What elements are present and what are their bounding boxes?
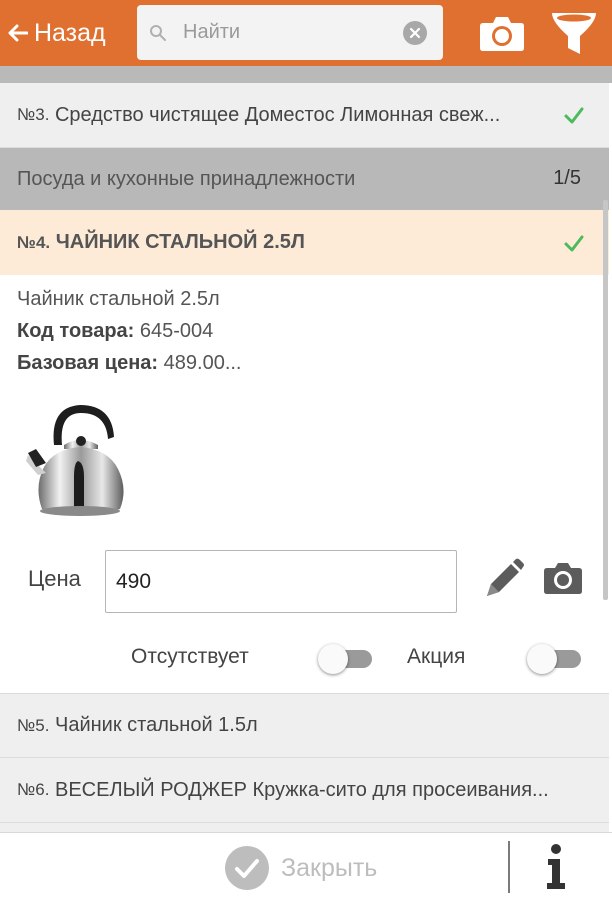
back-label: Назад [34,18,106,47]
price-label: Цена [28,566,81,591]
close-icon [409,27,421,39]
bottom-bar: Закрыть [0,832,612,900]
filter-button[interactable] [550,10,598,58]
list-item[interactable]: №6. ВЕСЕЛЫЙ РОДЖЕР Кружка-сито для просе… [0,758,609,823]
info-icon[interactable] [544,843,568,891]
base-price-label: Базовая цена: [17,352,159,374]
absent-toggle[interactable] [318,643,374,674]
toggle-knob [318,644,348,674]
list-item-partial [0,823,609,832]
code-label: Код товара: [17,320,135,342]
header-divider [0,66,612,83]
base-price-value: 489.00... [163,352,242,374]
price-input[interactable] [105,550,457,613]
item-number: №5. [17,715,50,735]
arrow-left-icon [8,24,28,42]
camera-icon[interactable] [543,560,583,596]
item-title: Чайник стальной 1.5л [54,714,258,736]
pencil-icon[interactable] [483,558,525,600]
top-bar: Назад [0,0,612,66]
back-button[interactable]: Назад [8,14,106,52]
category-count: 1/5 [553,167,581,189]
item-number: №6. [17,780,50,799]
item-name: Чайник стальной 2.5л [17,288,220,310]
search-input[interactable] [183,21,383,44]
bottom-divider [508,841,510,893]
category-header[interactable]: Посуда и кухонные принадлежности 1/5 [0,148,609,210]
list-item[interactable]: №5. Чайник стальной 1.5л [0,693,609,758]
check-icon [564,107,584,124]
check-icon [564,235,584,251]
promo-label: Акция [407,645,466,668]
item-base-price: Базовая цена: 489.00... [17,352,241,375]
absent-label: Отсутствует [131,645,249,668]
item-number: №4. [17,232,51,252]
toggle-knob [527,644,557,674]
item-title: ЧАЙНИК СТАЛЬНОЙ 2.5Л [55,231,305,253]
check-circle-icon [225,846,269,890]
category-title: Посуда и кухонные принадлежности [17,167,356,190]
close-label: Закрыть [281,853,378,882]
kettle-image [26,405,124,516]
close-button[interactable]: Закрыть [225,845,377,891]
search-icon [147,22,169,44]
list-item-selected[interactable]: №4. ЧАЙНИК СТАЛЬНОЙ 2.5Л [0,210,609,275]
search-box[interactable] [137,5,443,60]
list-item[interactable]: №3. Средство чистящее Доместос Лимонная … [0,83,609,148]
clear-search-button[interactable] [403,21,427,45]
item-number: №3. [17,105,50,124]
item-detail: Чайник стальной 2.5л Код товара: 645-004… [0,275,609,693]
item-title: Средство чистящее Доместос Лимонная свеж… [54,103,501,126]
item-title: ВЕСЕЛЫЙ РОДЖЕР Кружка-сито для просеиван… [54,778,549,801]
camera-button[interactable] [479,14,525,52]
code-value: 645-004 [139,320,214,342]
promo-toggle[interactable] [527,643,583,674]
item-code: Код товара: 645-004 [17,320,213,343]
scrollbar[interactable] [603,200,608,600]
